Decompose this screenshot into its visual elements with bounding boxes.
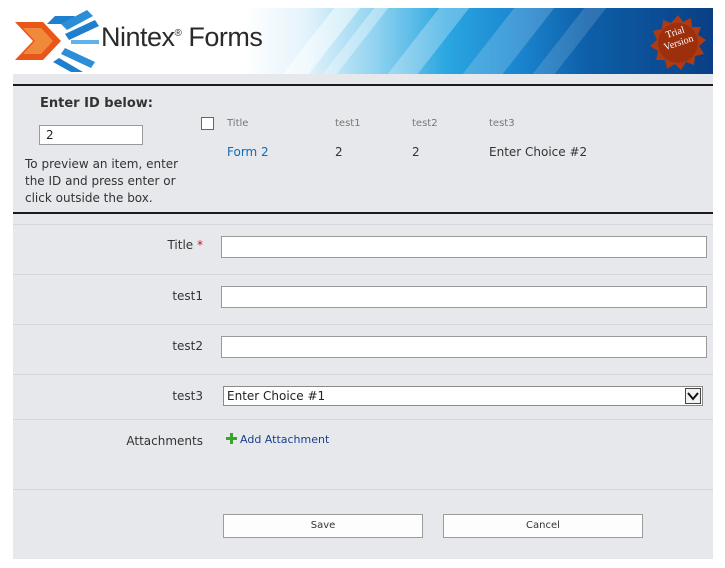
plus-icon [226, 433, 237, 444]
preview-bottom-divider [13, 212, 713, 214]
nintex-logo-icon [15, 10, 99, 72]
item-title-link[interactable]: Form 2 [227, 145, 269, 159]
test2-input[interactable] [221, 336, 707, 358]
column-header-test2[interactable]: test2 [412, 118, 438, 129]
cancel-button[interactable]: Cancel [443, 514, 643, 538]
enter-id-label: Enter ID below: [40, 96, 153, 111]
select-all-checkbox[interactable] [201, 117, 214, 130]
preview-top-divider [13, 84, 713, 86]
required-marker: * [197, 238, 203, 252]
add-attachment-label: Add Attachment [240, 433, 330, 446]
brand-title: Nintex® Forms [101, 22, 263, 52]
test3-select[interactable]: Enter Choice #1 [223, 386, 703, 406]
item-test3-value: Enter Choice #2 [489, 145, 588, 159]
header-banner: Nintex® Forms Trial Version [13, 8, 713, 74]
form-row-attachments [13, 419, 713, 490]
column-header-test1[interactable]: test1 [335, 118, 361, 129]
item-test2-value: 2 [412, 145, 420, 159]
test2-label: test2 [172, 339, 203, 353]
save-button[interactable]: Save [223, 514, 423, 538]
test1-label: test1 [172, 289, 203, 303]
column-header-title[interactable]: Title [227, 118, 248, 129]
test3-label: test3 [172, 389, 203, 403]
title-label: Title * [167, 238, 203, 252]
add-attachment-link[interactable]: Add Attachment [226, 433, 329, 446]
test3-selected-value: Enter Choice #1 [227, 389, 326, 403]
item-test1-value: 2 [335, 145, 343, 159]
preview-help-text: To preview an item, enter the ID and pre… [25, 157, 179, 205]
preview-id-input[interactable] [39, 125, 143, 145]
chevron-down-icon[interactable] [685, 388, 701, 404]
attachments-label: Attachments [126, 434, 203, 448]
test1-input[interactable] [221, 286, 707, 308]
column-header-test3[interactable]: test3 [489, 118, 515, 129]
title-input[interactable] [221, 236, 707, 258]
